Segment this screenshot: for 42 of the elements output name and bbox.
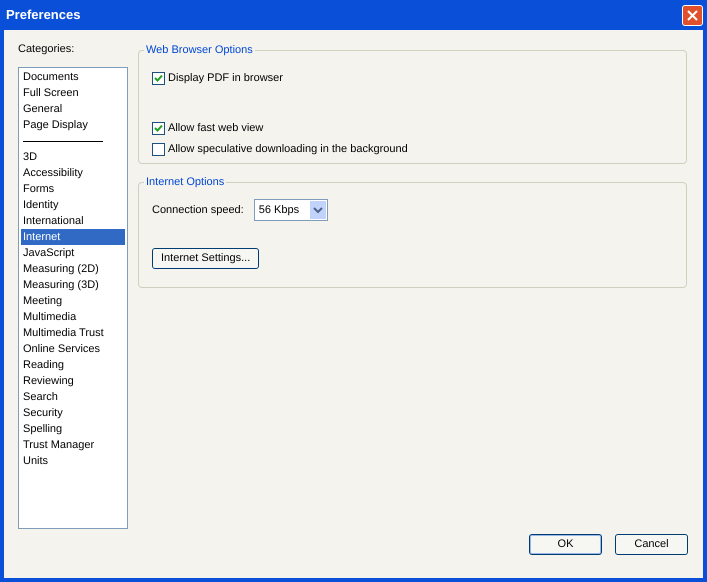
category-item[interactable]: Multimedia Trust (21, 325, 125, 341)
category-item[interactable]: Security (21, 405, 125, 421)
option-label: Display PDF in browser (168, 71, 283, 86)
category-item[interactable]: 3D (21, 149, 125, 165)
checkbox[interactable] (152, 72, 165, 85)
category-item[interactable]: Reviewing (21, 373, 125, 389)
category-item[interactable]: Page Display (21, 117, 125, 133)
category-item[interactable]: Trust Manager (21, 437, 125, 453)
categories-label: Categories: (18, 42, 76, 56)
category-item[interactable]: Search (21, 389, 125, 405)
category-item[interactable]: JavaScript (21, 245, 125, 261)
option-label: Allow speculative downloading in the background (168, 142, 408, 158)
category-item[interactable]: Forms (21, 181, 125, 197)
group-title: Internet Options (144, 175, 226, 189)
dialog-button[interactable]: Cancel (615, 534, 688, 555)
category-item[interactable]: Measuring (2D) (21, 261, 125, 277)
categories-list[interactable] (18, 67, 128, 529)
close-button[interactable] (682, 4, 703, 26)
checkbox[interactable] (152, 143, 165, 156)
category-item[interactable]: Reading (21, 357, 125, 373)
group-title: Web Browser Options (144, 43, 255, 57)
category-item[interactable]: Spelling (21, 421, 125, 437)
window-title: Preferences (5, 6, 80, 24)
dialog-button[interactable]: OK (529, 534, 602, 555)
category-item[interactable]: Internet (21, 229, 125, 245)
internet-settings-button[interactable]: Internet Settings... (152, 248, 260, 269)
category-item[interactable]: Identity (21, 197, 125, 213)
checkbox[interactable] (152, 122, 165, 135)
category-item[interactable]: General (21, 101, 125, 117)
category-item[interactable]: Documents (21, 69, 125, 85)
close-icon (687, 10, 698, 20)
option-label: Allow fast web view (168, 121, 264, 136)
connection-speed-dropdown[interactable]: 56 Kbps (254, 199, 328, 221)
category-item[interactable]: Units (21, 453, 125, 469)
category-item[interactable]: Full Screen (21, 85, 125, 101)
category-item[interactable]: Accessibility (21, 165, 125, 181)
category-item[interactable]: Multimedia (21, 309, 125, 325)
connection-speed-label: Connection speed: (152, 202, 244, 218)
category-item[interactable]: Measuring (3D) (21, 277, 125, 293)
category-item[interactable]: International (21, 213, 125, 229)
category-item[interactable]: Online Services (21, 341, 125, 357)
category-item[interactable]: Meeting (21, 293, 125, 309)
